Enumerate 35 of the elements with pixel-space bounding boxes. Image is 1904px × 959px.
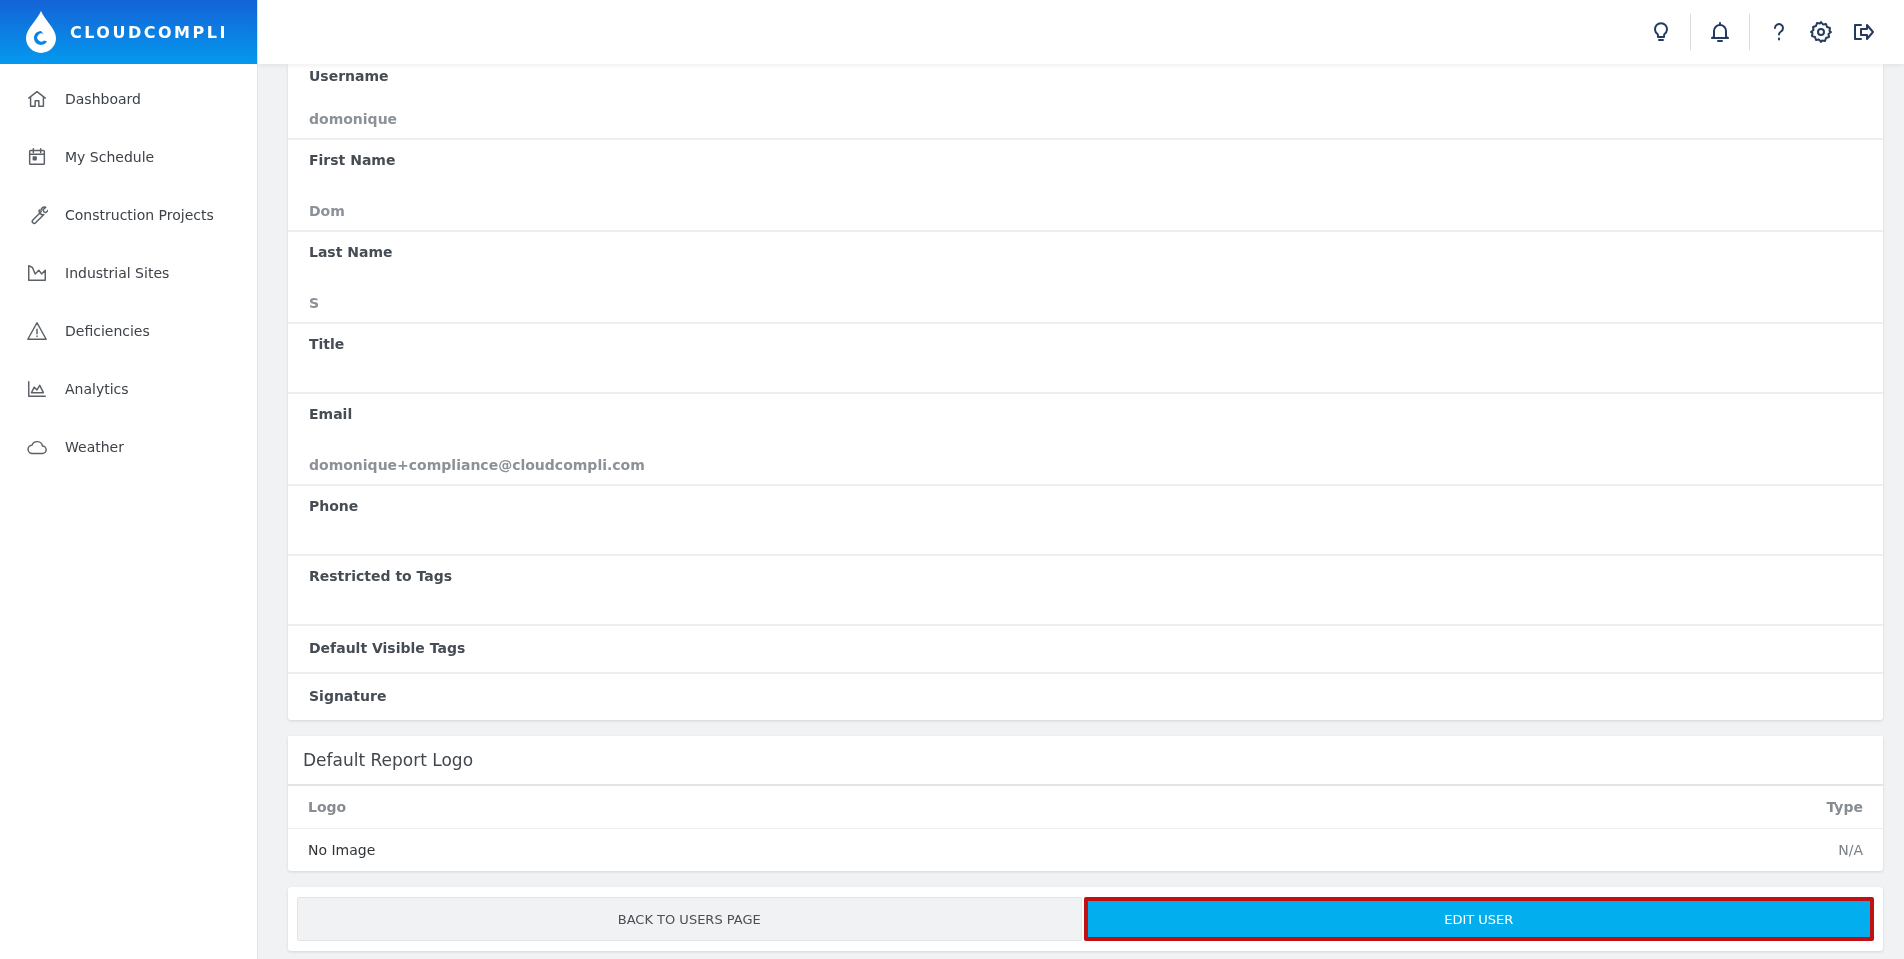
field-label: Restricted to Tags [309,568,454,585]
table-cell: N/A [1838,842,1863,858]
home-icon [26,88,48,110]
sidebar-item[interactable]: Industrial Sites [0,244,257,302]
field-value: S [309,295,321,312]
field-value: domonique [309,111,399,128]
table-cell: No Image [308,842,376,858]
sidebar-item[interactable]: Deficiencies [0,302,257,360]
sidebar-item[interactable]: Analytics [0,360,257,418]
field-label: Phone [309,498,360,515]
column-header: Logo [308,799,347,815]
field-label: First Name [309,152,397,169]
field-value: Dom [309,203,346,220]
field-label: Email [309,406,354,423]
bell-icon [1708,20,1732,44]
chart-icon [26,378,48,400]
back-button[interactable]: BACK TO USERS PAGE [297,897,1082,941]
column-header: Type [1826,799,1863,815]
sidebar-item[interactable]: Weather [0,418,257,476]
field-label: Signature [309,688,388,705]
field-label: Username [309,68,390,85]
calendar-icon [26,146,48,168]
field-label: Default Visible Tags [309,640,467,657]
settings-icon [1809,20,1833,44]
field-label: Last Name [309,244,394,261]
field-value: domonique+compliance@cloudcompli.com [309,457,646,474]
sidebar-item[interactable]: Construction Projects [0,186,257,244]
field-label: Title [309,336,346,353]
card-title: Default Report Logo [288,736,1883,786]
sidebar-item[interactable]: Dashboard [0,70,257,128]
logo-icon [26,11,56,53]
warning-icon [26,320,48,342]
factory-icon [26,262,48,284]
brand-name: CLOUDCOMPLI [70,22,228,42]
sidebar-item[interactable]: My Schedule [0,128,257,186]
